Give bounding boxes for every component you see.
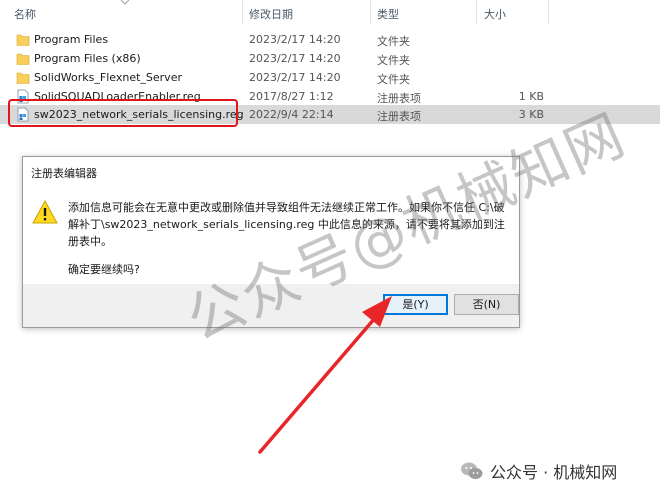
warning-icon	[32, 199, 58, 224]
dialog-title: 注册表编辑器	[31, 167, 97, 180]
annotation-highlight-box	[8, 99, 238, 127]
folder-icon	[16, 53, 30, 65]
file-date: 2023/2/17 14:20	[249, 33, 341, 46]
dialog-button-bar: 是(Y) 否(N)	[23, 284, 519, 327]
column-divider[interactable]	[242, 0, 243, 24]
file-row[interactable]: Program Files (x86) 2023/2/17 14:20 文件夹	[0, 49, 660, 68]
file-name: Program Files (x86)	[34, 52, 141, 65]
file-type: 注册表项	[377, 92, 421, 105]
file-type: 文件夹	[377, 54, 410, 67]
file-name: SolidWorks_Flexnet_Server	[34, 71, 182, 84]
column-divider[interactable]	[548, 0, 549, 24]
folder-icon	[16, 72, 30, 84]
yes-button[interactable]: 是(Y)	[383, 294, 448, 315]
file-name: Program Files	[34, 33, 109, 46]
file-type: 文件夹	[377, 73, 410, 86]
dialog-body: 添加信息可能会在无意中更改或删除值并导致组件无法继续正常工作。如果你不信任 C:…	[23, 185, 519, 285]
no-button[interactable]: 否(N)	[454, 294, 519, 315]
registry-editor-dialog: 注册表编辑器 添加信息可能会在无意中更改或删除值并导致组件无法继续正常工作。如果…	[22, 156, 520, 328]
wechat-account-name: 公众号 · 机械知网	[490, 463, 618, 482]
folder-icon	[16, 34, 30, 46]
column-divider[interactable]	[370, 0, 371, 24]
column-date[interactable]: 修改日期	[249, 6, 293, 22]
column-name[interactable]: 名称	[14, 6, 36, 22]
column-size[interactable]: 大小	[484, 6, 506, 22]
file-date: 2022/9/4 22:14	[249, 108, 334, 121]
dialog-message: 添加信息可能会在无意中更改或删除值并导致组件无法继续正常工作。如果你不信任 C:…	[68, 201, 505, 248]
wechat-icon	[461, 462, 483, 479]
sort-chevron-icon	[120, 0, 130, 5]
file-size: 3 KB	[518, 108, 544, 121]
file-size: 1 KB	[518, 90, 544, 103]
file-date: 2023/2/17 14:20	[249, 52, 341, 65]
file-type: 文件夹	[377, 35, 410, 48]
file-row[interactable]: SolidWorks_Flexnet_Server 2023/2/17 14:2…	[0, 68, 660, 87]
wechat-account-mark: 公众号 · 机械知网	[460, 458, 617, 484]
file-date: 2023/2/17 14:20	[249, 71, 341, 84]
file-date: 2017/8/27 1:12	[249, 90, 334, 103]
column-header: 名称 修改日期 类型 大小	[0, 0, 660, 24]
file-type: 注册表项	[377, 110, 421, 123]
dialog-confirm-question: 确定要继续吗?	[68, 263, 140, 276]
column-divider[interactable]	[476, 0, 477, 24]
column-type[interactable]: 类型	[377, 6, 399, 22]
file-row[interactable]: Program Files 2023/2/17 14:20 文件夹	[0, 30, 660, 49]
